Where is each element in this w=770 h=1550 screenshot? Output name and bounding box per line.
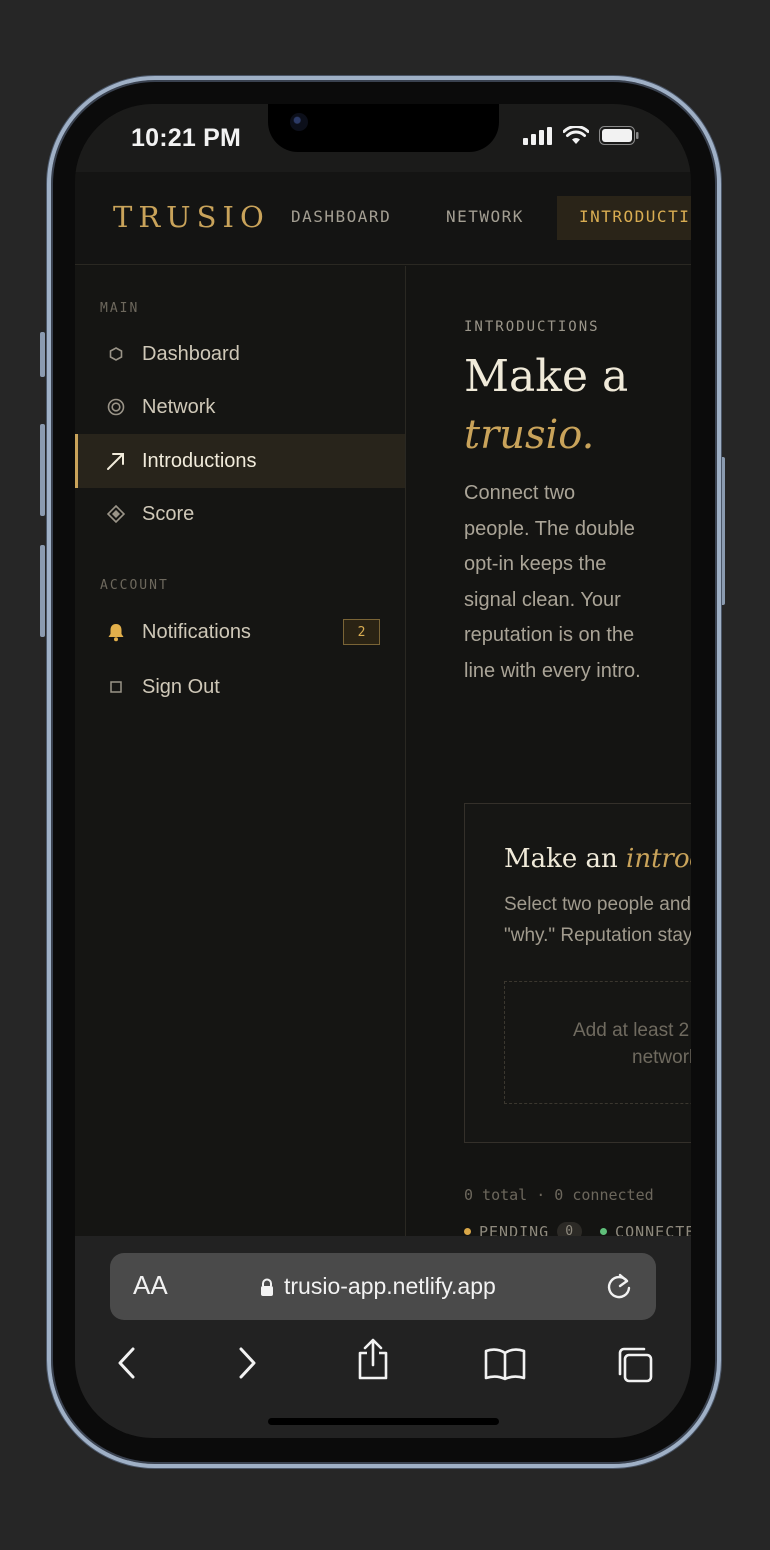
- top-nav-network[interactable]: NETWORK: [446, 207, 524, 226]
- url-text: trusio-app.netlify.app: [284, 1273, 496, 1299]
- trusio-logo[interactable]: TRUSIO: [113, 200, 270, 234]
- forward-icon[interactable]: [235, 1346, 259, 1380]
- volume-down-button: [40, 545, 45, 637]
- page-description: Connect two people. The double opt-in ke…: [464, 482, 641, 682]
- page-title-line1: Make a: [464, 351, 629, 402]
- share-icon[interactable]: [356, 1338, 390, 1380]
- volume-up-button: [40, 424, 45, 516]
- card-subtitle: Select two people and "why." Reputation …: [504, 889, 691, 951]
- introduction-card: Make an introduction Select two people a…: [464, 803, 691, 1143]
- main-content: INTRODUCTIONS Make a trusio. Connect two…: [407, 266, 691, 1236]
- phone-screen: 10:21 PM TRUSIO DASHBOARD NETWORK INTROD…: [75, 104, 691, 1438]
- page-title-accent: trusio.: [464, 412, 595, 458]
- arrow-up-right-icon: [104, 449, 128, 473]
- sidebar-item-introductions[interactable]: Introductions: [75, 434, 405, 488]
- sidebar: MAIN Dashboard Network Introductions Sco…: [75, 266, 406, 1236]
- cellular-signal-icon: [523, 126, 552, 145]
- status-time: 10:21 PM: [131, 124, 241, 152]
- intro-stats: 0 total · 0 connected: [464, 1186, 654, 1204]
- notifications-count-badge: 2: [343, 619, 380, 645]
- empty-state-box: Add at least 2 people to your network: [504, 981, 691, 1104]
- text-size-label: AA: [133, 1270, 168, 1300]
- status-filters: PENDING 0 CONNECTED: [464, 1222, 691, 1236]
- sidebar-item-label: Sign Out: [142, 675, 220, 698]
- tabs-icon[interactable]: [616, 1346, 654, 1384]
- front-camera: [290, 113, 308, 131]
- hexagon-icon: [104, 342, 128, 366]
- sidebar-item-dashboard[interactable]: Dashboard: [75, 327, 405, 381]
- card-subtitle-line1: Select two people and: [504, 894, 691, 915]
- sidebar-item-label: Network: [142, 395, 216, 418]
- status-icons: [523, 126, 639, 145]
- filter-pending-count: 0: [557, 1222, 583, 1236]
- text-size-button[interactable]: AA: [133, 1270, 168, 1301]
- top-nav-dashboard[interactable]: DASHBOARD: [291, 207, 391, 226]
- bookmarks-icon[interactable]: [484, 1347, 526, 1381]
- filter-connected-label[interactable]: CONNECTED: [615, 1223, 691, 1237]
- notch: [268, 104, 499, 152]
- url-display[interactable]: trusio-app.netlify.app: [260, 1273, 496, 1300]
- filter-pending-label[interactable]: PENDING: [479, 1223, 549, 1237]
- sidebar-item-network[interactable]: Network: [75, 380, 405, 434]
- target-icon: [104, 395, 128, 419]
- page-eyebrow: INTRODUCTIONS: [464, 319, 600, 335]
- sidebar-item-label: Dashboard: [142, 342, 240, 365]
- card-title-accent: introduction: [626, 844, 691, 874]
- address-bar[interactable]: AA trusio-app.netlify.app: [110, 1253, 656, 1320]
- card-title: Make an introduction: [504, 844, 691, 874]
- diamond-icon: [104, 502, 128, 526]
- sidebar-item-score[interactable]: Score: [75, 487, 405, 541]
- connected-dot: [600, 1228, 608, 1235]
- wifi-icon: [563, 126, 589, 144]
- back-icon[interactable]: [115, 1346, 139, 1380]
- silent-switch: [40, 332, 45, 377]
- card-subtitle-line2: "why." Reputation stays: [504, 925, 691, 946]
- sidebar-item-notifications[interactable]: Notifications 2: [75, 605, 405, 659]
- lock-icon: [261, 1278, 273, 1296]
- app-header: TRUSIO DASHBOARD NETWORK INTRODUCTIONS: [75, 172, 691, 265]
- empty-state-line2: network: [632, 1047, 691, 1068]
- top-nav-introductions[interactable]: INTRODUCTIONS: [557, 196, 691, 240]
- reload-icon[interactable]: [604, 1271, 634, 1303]
- status-bar: 10:21 PM: [75, 104, 691, 172]
- browser-toolbar: AA trusio-app.netlify.app: [75, 1236, 691, 1438]
- battery-icon: [599, 126, 639, 145]
- square-icon: [104, 675, 128, 699]
- sidebar-section-main: MAIN: [100, 301, 140, 316]
- empty-state-line1: Add at least 2 people to your: [573, 1020, 691, 1041]
- sidebar-section-account: ACCOUNT: [100, 578, 169, 593]
- sidebar-item-label: Score: [142, 502, 195, 525]
- page-title: Make a trusio.: [464, 348, 628, 464]
- sidebar-item-label: Introductions: [142, 449, 257, 472]
- sidebar-item-label: Notifications: [142, 620, 251, 643]
- bell-icon: [104, 620, 128, 644]
- card-title-plain: Make an: [504, 844, 618, 874]
- pending-dot: [464, 1228, 471, 1235]
- home-indicator: [268, 1418, 499, 1425]
- sidebar-item-sign-out[interactable]: Sign Out: [75, 660, 405, 714]
